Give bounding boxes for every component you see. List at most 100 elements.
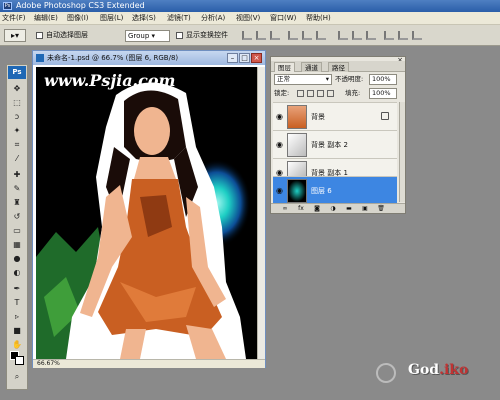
brand-circle-icon xyxy=(376,363,396,383)
image-canvas[interactable]: www.Psjia.com xyxy=(36,67,257,359)
menu-image[interactable]: 图像(I) xyxy=(67,12,89,25)
blur-tool-icon[interactable]: ● xyxy=(9,253,25,265)
auto-select-dropdown[interactable]: Group ▾ xyxy=(125,30,170,42)
marquee-tool-icon[interactable]: ⬚ xyxy=(9,97,25,109)
lock-label: 锁定: xyxy=(274,89,290,97)
brush-tool-icon[interactable]: ✎ xyxy=(9,183,25,195)
menu-bar: 文件(F) 编辑(E) 图像(I) 图层(L) 选择(S) 滤镜(T) 分析(A… xyxy=(0,12,500,25)
title-bar: Ps Adobe Photoshop CS3 Extended xyxy=(0,0,500,12)
magic-wand-tool-icon[interactable]: ✦ xyxy=(9,125,25,137)
brand-text: God.iko xyxy=(408,362,469,378)
background-color-swatch[interactable] xyxy=(15,356,24,365)
fill-input[interactable]: 100% xyxy=(369,88,397,99)
hand-tool-icon[interactable]: ✋ xyxy=(9,339,25,351)
tab-paths[interactable]: 路径 xyxy=(328,62,349,72)
watermark-text: www.Psjia.com xyxy=(44,71,176,90)
tab-layers[interactable]: 图层 xyxy=(274,62,295,72)
crop-tool-icon[interactable]: ⌗ xyxy=(9,139,25,151)
align-bottom-icon[interactable] xyxy=(270,31,280,40)
branding-logo: God.iko xyxy=(376,360,496,384)
distribute-left-icon[interactable] xyxy=(384,31,394,40)
layer-thumbnail xyxy=(287,179,307,203)
close-button[interactable]: × xyxy=(251,53,262,63)
new-group-icon[interactable]: ▬ xyxy=(345,205,353,213)
show-transform-checkbox[interactable] xyxy=(176,32,183,39)
artwork xyxy=(36,67,257,359)
layers-scrollbar[interactable] xyxy=(399,102,405,202)
menu-layer[interactable]: 图层(L) xyxy=(100,12,123,25)
auto-select-checkbox[interactable] xyxy=(36,32,43,39)
minimize-button[interactable]: – xyxy=(227,53,238,63)
shape-tool-icon[interactable]: ■ xyxy=(9,325,25,337)
distribute-right-icon[interactable] xyxy=(412,31,422,40)
blend-mode-dropdown[interactable]: 正常 ▾ xyxy=(274,74,332,85)
new-layer-icon[interactable]: ▣ xyxy=(361,205,369,213)
move-tool-preset[interactable]: ▸▾ xyxy=(4,29,26,42)
lock-all-icon[interactable] xyxy=(327,90,334,97)
visibility-eye-icon[interactable]: ◉ xyxy=(275,112,284,121)
layer-lock-icon xyxy=(381,112,389,120)
auto-select-value: Group xyxy=(128,32,150,40)
opacity-input[interactable]: 100% xyxy=(369,74,397,85)
menu-help[interactable]: 帮助(H) xyxy=(306,12,331,25)
align-vcenter-icon[interactable] xyxy=(256,31,266,40)
fill-label: 填充: xyxy=(345,89,361,97)
layer-row[interactable]: ◉ 背景 副本 2 xyxy=(273,130,397,158)
align-right-icon[interactable] xyxy=(316,31,326,40)
layer-thumbnail xyxy=(287,133,307,157)
layer-style-icon[interactable]: fx xyxy=(297,205,305,213)
lock-transparency-icon[interactable] xyxy=(297,90,304,97)
eraser-tool-icon[interactable]: ▭ xyxy=(9,225,25,237)
tools-panel: Ps ✥ ⬚ ↄ ✦ ⌗ ⁄ ✚ ✎ ♜ ↺ ▭ ▦ ● ◐ ✒ T ▹ ■ ✋… xyxy=(6,64,28,390)
menu-edit[interactable]: 编辑(E) xyxy=(34,12,58,25)
app-title: Adobe Photoshop CS3 Extended xyxy=(16,1,145,10)
adjustment-layer-icon[interactable]: ◑ xyxy=(329,205,337,213)
delete-layer-icon[interactable]: 🗑 xyxy=(377,205,385,213)
path-selection-icon[interactable]: ▹ xyxy=(9,311,25,323)
vertical-scrollbar[interactable] xyxy=(257,67,265,359)
opacity-label: 不透明度: xyxy=(335,75,364,83)
clone-stamp-icon[interactable]: ♜ xyxy=(9,197,25,209)
distribute-top-icon[interactable] xyxy=(338,31,348,40)
lock-pixels-icon[interactable] xyxy=(307,90,314,97)
gradient-tool-icon[interactable]: ▦ xyxy=(9,239,25,251)
distribute-hcenter-icon[interactable] xyxy=(398,31,408,40)
tab-channels[interactable]: 通道 xyxy=(301,62,322,72)
slice-tool-icon[interactable]: ⁄ xyxy=(9,153,25,165)
pen-tool-icon[interactable]: ✒ xyxy=(9,283,25,295)
align-hcenter-icon[interactable] xyxy=(302,31,312,40)
psd-file-icon xyxy=(36,54,44,62)
layer-row-selected[interactable]: ◉ 图层 6 xyxy=(273,176,397,203)
align-top-icon[interactable] xyxy=(242,31,252,40)
type-tool-icon[interactable]: T xyxy=(9,297,25,309)
maximize-button[interactable]: □ xyxy=(239,53,250,63)
lock-position-icon[interactable] xyxy=(317,90,324,97)
menu-window[interactable]: 窗口(W) xyxy=(270,12,296,25)
zoom-status[interactable]: 66.67% xyxy=(33,359,265,368)
zoom-tool-icon[interactable]: ⌕ xyxy=(9,371,25,383)
visibility-eye-icon[interactable]: ◉ xyxy=(275,186,284,195)
align-left-icon[interactable] xyxy=(288,31,298,40)
distribute-vcenter-icon[interactable] xyxy=(352,31,362,40)
move-tool-icon[interactable]: ✥ xyxy=(9,83,25,95)
distribute-bottom-icon[interactable] xyxy=(366,31,376,40)
panel-tabs: 图层 通道 路径 xyxy=(271,61,405,72)
lasso-tool-icon[interactable]: ↄ xyxy=(9,111,25,123)
menu-file[interactable]: 文件(F) xyxy=(2,12,26,25)
menu-filter[interactable]: 滤镜(T) xyxy=(167,12,191,25)
face xyxy=(134,107,170,155)
dodge-tool-icon[interactable]: ◐ xyxy=(9,267,25,279)
history-brush-icon[interactable]: ↺ xyxy=(9,211,25,223)
link-layers-icon[interactable]: ∞ xyxy=(281,205,289,213)
add-mask-icon[interactable]: ◙ xyxy=(313,205,321,213)
menu-select[interactable]: 选择(S) xyxy=(132,12,156,25)
document-title: 未命名-1.psd @ 66.7% (图层 6, RGB/8) xyxy=(47,54,179,62)
menu-analysis[interactable]: 分析(A) xyxy=(201,12,225,25)
layers-panel-footer: ∞ fx ◙ ◑ ▬ ▣ 🗑 xyxy=(271,203,405,213)
layer-name: 背景 副本 2 xyxy=(311,141,348,149)
visibility-eye-icon[interactable]: ◉ xyxy=(275,140,284,149)
healing-brush-icon[interactable]: ✚ xyxy=(9,169,25,181)
blend-mode-value: 正常 xyxy=(277,75,290,83)
layer-row[interactable]: ◉ 背景 xyxy=(273,102,397,130)
menu-view[interactable]: 视图(V) xyxy=(236,12,260,25)
